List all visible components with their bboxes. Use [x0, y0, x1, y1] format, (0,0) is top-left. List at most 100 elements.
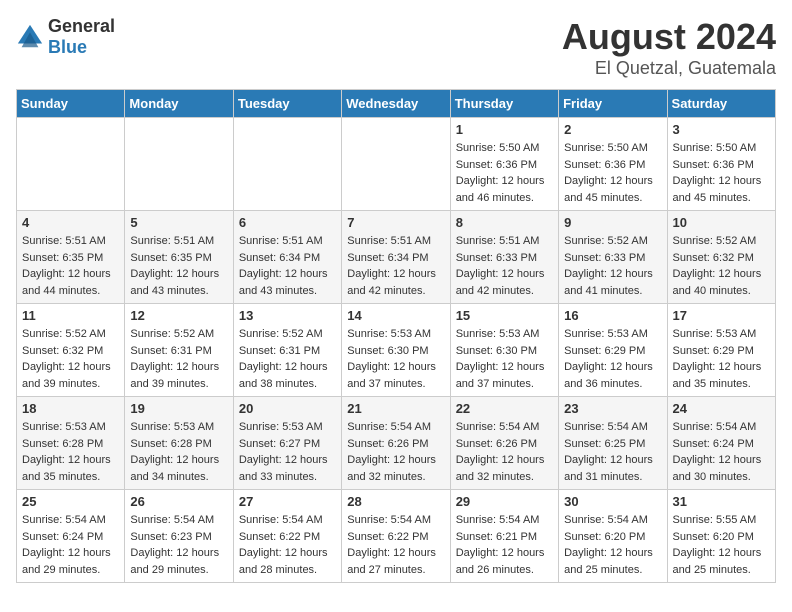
logo-general: General [48, 16, 115, 36]
sunset-text: Sunset: 6:23 PM [130, 529, 227, 546]
sunrise-text: Sunrise: 5:52 AM [564, 233, 661, 250]
daylight-text: Daylight: 12 hours and 37 minutes. [456, 359, 553, 392]
cell-info: Sunrise: 5:51 AMSunset: 6:35 PMDaylight:… [130, 233, 227, 299]
cell-info: Sunrise: 5:54 AMSunset: 6:23 PMDaylight:… [130, 512, 227, 578]
title-block: August 2024 El Quetzal, Guatemala [562, 16, 776, 79]
cell-info: Sunrise: 5:54 AMSunset: 6:20 PMDaylight:… [564, 512, 661, 578]
sunrise-text: Sunrise: 5:54 AM [347, 512, 444, 529]
daylight-text: Daylight: 12 hours and 44 minutes. [22, 266, 119, 299]
day-number: 26 [130, 494, 227, 509]
daylight-text: Daylight: 12 hours and 31 minutes. [564, 452, 661, 485]
daylight-text: Daylight: 12 hours and 25 minutes. [673, 545, 770, 578]
calendar-day-cell: 21Sunrise: 5:54 AMSunset: 6:26 PMDayligh… [342, 397, 450, 490]
calendar-table: SundayMondayTuesdayWednesdayThursdayFrid… [16, 89, 776, 583]
calendar-day-cell: 13Sunrise: 5:52 AMSunset: 6:31 PMDayligh… [233, 304, 341, 397]
sunrise-text: Sunrise: 5:50 AM [564, 140, 661, 157]
daylight-text: Daylight: 12 hours and 35 minutes. [673, 359, 770, 392]
calendar-week-row: 1Sunrise: 5:50 AMSunset: 6:36 PMDaylight… [17, 118, 776, 211]
day-number: 3 [673, 122, 770, 137]
sunset-text: Sunset: 6:33 PM [564, 250, 661, 267]
sunrise-text: Sunrise: 5:53 AM [347, 326, 444, 343]
daylight-text: Daylight: 12 hours and 43 minutes. [130, 266, 227, 299]
page-header: General Blue August 2024 El Quetzal, Gua… [16, 16, 776, 79]
calendar-header-row: SundayMondayTuesdayWednesdayThursdayFrid… [17, 90, 776, 118]
day-number: 24 [673, 401, 770, 416]
sunset-text: Sunset: 6:20 PM [564, 529, 661, 546]
sunrise-text: Sunrise: 5:53 AM [673, 326, 770, 343]
cell-info: Sunrise: 5:53 AMSunset: 6:30 PMDaylight:… [347, 326, 444, 392]
daylight-text: Daylight: 12 hours and 27 minutes. [347, 545, 444, 578]
weekday-header: Saturday [667, 90, 775, 118]
cell-info: Sunrise: 5:51 AMSunset: 6:35 PMDaylight:… [22, 233, 119, 299]
cell-info: Sunrise: 5:53 AMSunset: 6:27 PMDaylight:… [239, 419, 336, 485]
sunrise-text: Sunrise: 5:54 AM [239, 512, 336, 529]
sunrise-text: Sunrise: 5:53 AM [564, 326, 661, 343]
calendar-subtitle: El Quetzal, Guatemala [562, 58, 776, 79]
sunset-text: Sunset: 6:30 PM [456, 343, 553, 360]
calendar-day-cell: 10Sunrise: 5:52 AMSunset: 6:32 PMDayligh… [667, 211, 775, 304]
sunrise-text: Sunrise: 5:54 AM [564, 512, 661, 529]
sunset-text: Sunset: 6:26 PM [347, 436, 444, 453]
calendar-week-row: 25Sunrise: 5:54 AMSunset: 6:24 PMDayligh… [17, 490, 776, 583]
daylight-text: Daylight: 12 hours and 40 minutes. [673, 266, 770, 299]
day-number: 2 [564, 122, 661, 137]
day-number: 11 [22, 308, 119, 323]
sunset-text: Sunset: 6:31 PM [239, 343, 336, 360]
calendar-day-cell: 29Sunrise: 5:54 AMSunset: 6:21 PMDayligh… [450, 490, 558, 583]
calendar-day-cell [233, 118, 341, 211]
sunset-text: Sunset: 6:22 PM [239, 529, 336, 546]
logo-icon [16, 23, 44, 51]
daylight-text: Daylight: 12 hours and 28 minutes. [239, 545, 336, 578]
sunset-text: Sunset: 6:32 PM [22, 343, 119, 360]
sunrise-text: Sunrise: 5:51 AM [239, 233, 336, 250]
sunrise-text: Sunrise: 5:51 AM [347, 233, 444, 250]
daylight-text: Daylight: 12 hours and 41 minutes. [564, 266, 661, 299]
cell-info: Sunrise: 5:51 AMSunset: 6:33 PMDaylight:… [456, 233, 553, 299]
cell-info: Sunrise: 5:54 AMSunset: 6:26 PMDaylight:… [347, 419, 444, 485]
daylight-text: Daylight: 12 hours and 34 minutes. [130, 452, 227, 485]
cell-info: Sunrise: 5:54 AMSunset: 6:24 PMDaylight:… [673, 419, 770, 485]
calendar-day-cell: 4Sunrise: 5:51 AMSunset: 6:35 PMDaylight… [17, 211, 125, 304]
cell-info: Sunrise: 5:52 AMSunset: 6:31 PMDaylight:… [130, 326, 227, 392]
sunset-text: Sunset: 6:35 PM [22, 250, 119, 267]
day-number: 20 [239, 401, 336, 416]
day-number: 10 [673, 215, 770, 230]
weekday-header: Wednesday [342, 90, 450, 118]
daylight-text: Daylight: 12 hours and 33 minutes. [239, 452, 336, 485]
sunset-text: Sunset: 6:36 PM [456, 157, 553, 174]
sunset-text: Sunset: 6:25 PM [564, 436, 661, 453]
sunrise-text: Sunrise: 5:51 AM [130, 233, 227, 250]
daylight-text: Daylight: 12 hours and 38 minutes. [239, 359, 336, 392]
day-number: 29 [456, 494, 553, 509]
daylight-text: Daylight: 12 hours and 35 minutes. [22, 452, 119, 485]
sunset-text: Sunset: 6:29 PM [673, 343, 770, 360]
calendar-day-cell: 20 Sunrise: 5:53 AMSunset: 6:27 PMDayligh… [233, 397, 341, 490]
sunset-text: Sunset: 6:31 PM [130, 343, 227, 360]
day-number: 17 [673, 308, 770, 323]
sunset-text: Sunset: 6:28 PM [130, 436, 227, 453]
cell-info: Sunrise: 5:50 AMSunset: 6:36 PMDaylight:… [673, 140, 770, 206]
daylight-text: Daylight: 12 hours and 37 minutes. [347, 359, 444, 392]
calendar-day-cell: 5Sunrise: 5:51 AMSunset: 6:35 PMDaylight… [125, 211, 233, 304]
calendar-day-cell: 16Sunrise: 5:53 AMSunset: 6:29 PMDayligh… [559, 304, 667, 397]
sunset-text: Sunset: 6:36 PM [564, 157, 661, 174]
sunset-text: Sunset: 6:30 PM [347, 343, 444, 360]
logo-text: General Blue [48, 16, 115, 58]
daylight-text: Daylight: 12 hours and 26 minutes. [456, 545, 553, 578]
weekday-header: Friday [559, 90, 667, 118]
day-number: 27 [239, 494, 336, 509]
calendar-day-cell [125, 118, 233, 211]
sunset-text: Sunset: 6:27 PM [239, 436, 336, 453]
calendar-day-cell [17, 118, 125, 211]
day-number: 14 [347, 308, 444, 323]
calendar-day-cell: 23Sunrise: 5:54 AMSunset: 6:25 PMDayligh… [559, 397, 667, 490]
sunset-text: Sunset: 6:35 PM [130, 250, 227, 267]
sunrise-text: Sunrise: 5:51 AM [22, 233, 119, 250]
daylight-text: Daylight: 12 hours and 43 minutes. [239, 266, 336, 299]
sunrise-text: Sunrise: 5:53 AM [22, 419, 119, 436]
daylight-text: Daylight: 12 hours and 42 minutes. [347, 266, 444, 299]
sunset-text: Sunset: 6:34 PM [347, 250, 444, 267]
day-number: 22 [456, 401, 553, 416]
sunrise-text: Sunrise: 5:53 AM [239, 419, 336, 436]
calendar-day-cell: 18Sunrise: 5:53 AMSunset: 6:28 PMDayligh… [17, 397, 125, 490]
